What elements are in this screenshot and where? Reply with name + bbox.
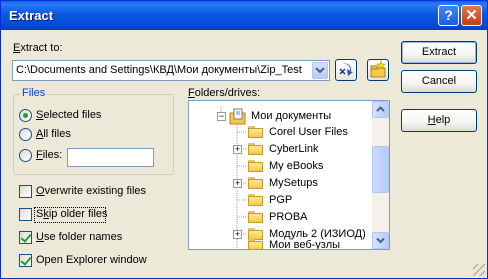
use-folder-names-label-rest: se folder names (43, 231, 123, 243)
tree-item[interactable]: PGP (189, 192, 374, 209)
scroll-down-button[interactable] (372, 232, 389, 249)
tree-scrollbar[interactable] (372, 101, 389, 249)
files-pattern-label-rest: iles: (42, 149, 63, 161)
tree-item-label: PGP (269, 194, 293, 206)
close-button[interactable]: ✕ (461, 5, 482, 26)
folders-drives-label: Folders/drives: (188, 87, 260, 99)
files-pattern-radio[interactable] (19, 149, 32, 162)
folder-icon (248, 143, 264, 155)
title-bar[interactable]: Extract ? ✕ (1, 1, 487, 30)
extract-to-label-rest: xtract to: (20, 42, 63, 54)
tree-item[interactable]: Corel User Files (189, 124, 374, 141)
use-folder-names-mnemonic: U (36, 231, 44, 243)
help-button[interactable]: Help (401, 109, 477, 132)
expand-toggle[interactable]: + (233, 179, 242, 188)
folder-tree[interactable]: − Мои документы Corel User Files + Cyber… (188, 100, 390, 250)
scroll-up-button[interactable] (372, 101, 389, 118)
extract-to-label: Extract to: (13, 42, 63, 54)
browse-folder-button[interactable] (335, 59, 357, 81)
open-explorer-checkbox[interactable] (19, 254, 32, 267)
tree-item-label: CyberLink (269, 143, 319, 155)
selected-files-label-rest: elected files (43, 109, 102, 121)
selected-files-label[interactable]: Selected files (36, 109, 101, 121)
help-mnemonic: H (427, 114, 436, 126)
extract-dialog: Extract ? ✕ Extract to: C:\Documents and… (0, 0, 488, 279)
tree-item-label: MySetups (269, 177, 318, 189)
resize-grip[interactable] (473, 264, 485, 276)
folder-icon (248, 177, 264, 189)
overwrite-label-rest: verwrite existing files (44, 185, 147, 197)
extract-path-combobox[interactable]: C:\Documents and Settings\КВД\Мои докуме… (12, 60, 330, 81)
overwrite-mnemonic: O (36, 185, 45, 197)
tree-root-label: Мои документы (251, 110, 332, 122)
overwrite-label[interactable]: Overwrite existing files (36, 185, 146, 197)
tree-item-label: Corel User Files (269, 126, 348, 138)
collapse-toggle[interactable]: − (217, 112, 226, 121)
tree-item[interactable]: + CyberLink (189, 141, 374, 158)
new-folder-icon (370, 60, 386, 78)
combo-dropdown-button[interactable] (312, 62, 328, 79)
scroll-thumb[interactable] (372, 146, 389, 193)
help-label-rest: elp (435, 114, 451, 126)
extract-path-value: C:\Documents and Settings\КВД\Мои докуме… (16, 64, 302, 76)
tree-item-label: PROBA (269, 211, 308, 223)
files-group-title: Files (20, 87, 48, 99)
files-pattern-label[interactable]: Files: (36, 149, 62, 161)
folder-icon (248, 211, 264, 223)
new-folder-button[interactable] (367, 59, 389, 81)
tree-item[interactable]: + MySetups (189, 175, 374, 192)
folders-drives-label-rest: olders/drives: (194, 87, 261, 99)
folder-icon (248, 239, 264, 249)
tree-item-label: My eBooks (269, 160, 324, 172)
tree-item[interactable]: Мои веб-узлы (189, 237, 374, 250)
chevron-up-icon (376, 106, 385, 112)
all-files-radio[interactable] (19, 128, 32, 141)
cancel-button[interactable]: Cancel (401, 70, 477, 93)
extract-button[interactable]: Extract (401, 41, 477, 64)
use-folder-names-checkbox[interactable] (19, 231, 32, 244)
open-explorer-label[interactable]: Open Explorer window (36, 254, 147, 266)
files-pattern-mnemonic: F (36, 149, 43, 161)
my-documents-icon (229, 108, 246, 125)
tree-root-row[interactable]: − Мои документы (189, 108, 374, 125)
overwrite-checkbox[interactable] (19, 185, 32, 198)
skip-older-checkbox[interactable] (19, 208, 32, 221)
tree-item[interactable]: PROBA (189, 209, 374, 226)
help-title-button[interactable]: ? (438, 5, 459, 26)
skip-older-label-rest: ip older files (48, 208, 108, 220)
expand-toggle[interactable]: + (233, 145, 242, 154)
chevron-down-icon (315, 67, 325, 74)
tree-item[interactable]: My eBooks (189, 158, 374, 175)
skip-older-label[interactable]: Skip older files (36, 208, 108, 220)
folders-drives-mnemonic: F (188, 87, 195, 99)
use-folder-names-label[interactable]: Use folder names (36, 231, 122, 243)
files-pattern-input[interactable] (67, 148, 154, 167)
window-title: Extract (9, 8, 54, 23)
selected-files-radio[interactable] (19, 109, 32, 122)
folder-navigate-icon (339, 63, 353, 76)
all-files-label[interactable]: All files (36, 128, 71, 140)
tree-item-label: Мои веб-узлы (269, 239, 341, 250)
folder-icon (248, 160, 264, 172)
chevron-down-icon (376, 237, 385, 244)
all-files-label-rest: ll files (43, 128, 71, 140)
folder-icon (248, 194, 264, 206)
folder-icon (248, 126, 264, 138)
